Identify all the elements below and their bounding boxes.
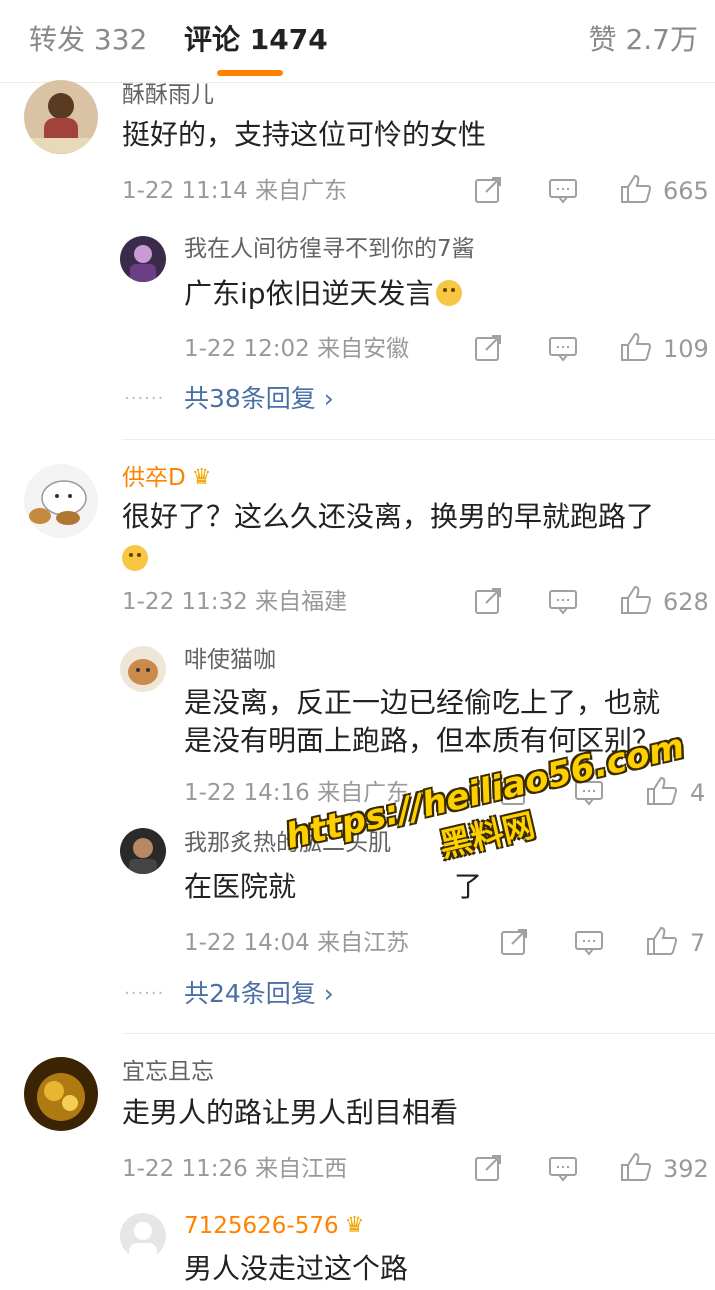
comment-location: 来自福建 [255,589,348,615]
comment-time: 1-22 11:26 [122,1156,248,1182]
comment-icon[interactable] [548,336,578,362]
comment-icon[interactable] [574,930,604,956]
like-count: 109 [663,335,709,363]
like-count: 4 [690,779,706,807]
comment-meta: 1-22 11:26 来自江西 [122,1154,347,1184]
reply-location: 来自安徽 [317,336,410,362]
reply-username[interactable]: 啡使猫咖 [184,645,276,675]
reply-username-text: 7125626-576 [184,1213,339,1239]
avatar[interactable] [24,464,98,538]
reply-time: 1-22 14:04 [184,930,310,956]
reply-text-line: 是没离，反正一边已经偷吃上了，也就 [184,686,661,719]
reply-time: 1-22 14:16 [184,780,310,806]
avatar[interactable] [120,236,166,282]
like-count: 7 [690,929,706,957]
share-icon[interactable] [474,1154,502,1182]
comment-location: 来自广东 [255,178,348,204]
reply-text-tail: 了 [454,870,483,903]
like-icon[interactable] [620,174,652,204]
share-icon[interactable] [474,334,502,362]
comment-username[interactable]: 酥酥雨儿 [122,80,214,110]
comment-username[interactable]: 宜忘且忘 [122,1057,214,1087]
like-count: 628 [663,588,709,616]
avatar[interactable] [24,1057,98,1131]
share-icon[interactable] [500,928,528,956]
smile-emoji-icon [122,545,148,571]
like-icon[interactable] [620,585,652,615]
comment-meta: 1-22 11:14 来自广东 [122,176,347,206]
reply-text: 广东ip依旧逆天发言 [184,273,462,315]
avatar[interactable] [24,80,98,154]
avatar[interactable] [120,1213,166,1259]
more-replies-link[interactable]: 共38条回复 › [184,383,334,415]
smile-emoji-icon [435,280,462,306]
avatar[interactable] [120,828,166,874]
reply-meta: 1-22 14:16 来自广东 [184,778,409,808]
comment-location: 来自江西 [255,1156,348,1182]
like-icon[interactable] [620,1152,652,1182]
comment-text: 走男人的路让男人刮目相看 [122,1096,459,1129]
reply-username[interactable]: 7125626-576 ♛ [184,1211,364,1241]
share-icon[interactable] [474,176,502,204]
like-count: 665 [663,177,709,205]
comment-emoji-line [122,538,148,580]
share-icon[interactable] [500,778,528,806]
reply-meta: 1-22 14:04 来自江苏 [184,928,409,958]
comment-icon[interactable] [548,1156,578,1182]
tab-comments[interactable]: 评论 1474 [184,22,328,58]
reply-text-line: 是没有明面上跑路，但本质有何区别？ [184,724,661,757]
comment-text: 挺好的，支持这位可怜的女性 [122,118,487,151]
reply-username[interactable]: 我那炙热的肱二头肌 [184,828,391,858]
comment-username-text: 供卒D [122,465,186,491]
more-replies-dots: ······ [124,983,165,1004]
like-icon[interactable] [646,926,678,956]
comment-icon[interactable] [548,178,578,204]
like-count: 392 [663,1155,709,1183]
like-icon[interactable] [620,332,652,362]
comment-text: 很好了？这么久还没离，换男的早就跑路了 [122,500,655,533]
reply-username[interactable]: 我在人间彷徨寻不到你的7酱 [184,234,475,264]
comment-meta: 1-22 11:32 来自福建 [122,587,347,617]
tab-likes[interactable]: 赞 2.7万 [589,22,698,58]
crown-badge-icon: ♛ [191,465,212,490]
comment-time: 1-22 11:32 [122,589,248,615]
tab-repost[interactable]: 转发 332 [29,22,147,58]
comment-divider [122,439,715,440]
active-tab-indicator [217,70,283,76]
more-replies-link[interactable]: 共24条回复 › [184,978,334,1010]
reply-text-content: 广东ip依旧逆天发言 [184,277,434,310]
comment-icon[interactable] [548,589,578,615]
comment-username[interactable]: 供卒D ♛ [122,463,211,493]
comment-tab-bar: 转发 332 评论 1474 赞 2.7万 [0,0,715,83]
reply-text: 在医院就 了 [184,866,482,908]
comment-divider [122,1033,715,1034]
more-replies-dots: ······ [124,388,165,409]
reply-location: 来自广东 [317,780,410,806]
reply-location: 来自江苏 [317,930,410,956]
avatar[interactable] [120,646,166,692]
share-icon[interactable] [474,587,502,615]
comment-icon[interactable] [574,780,604,806]
reply-time: 1-22 12:02 [184,336,310,362]
comment-time: 1-22 11:14 [122,178,248,204]
reply-meta: 1-22 12:02 来自安徽 [184,334,409,364]
reply-text-content: 在医院就 [184,870,297,903]
reply-text: 男人没走过这个路 [184,1252,409,1285]
like-icon[interactable] [646,776,678,806]
crown-badge-icon: ♛ [344,1213,365,1238]
